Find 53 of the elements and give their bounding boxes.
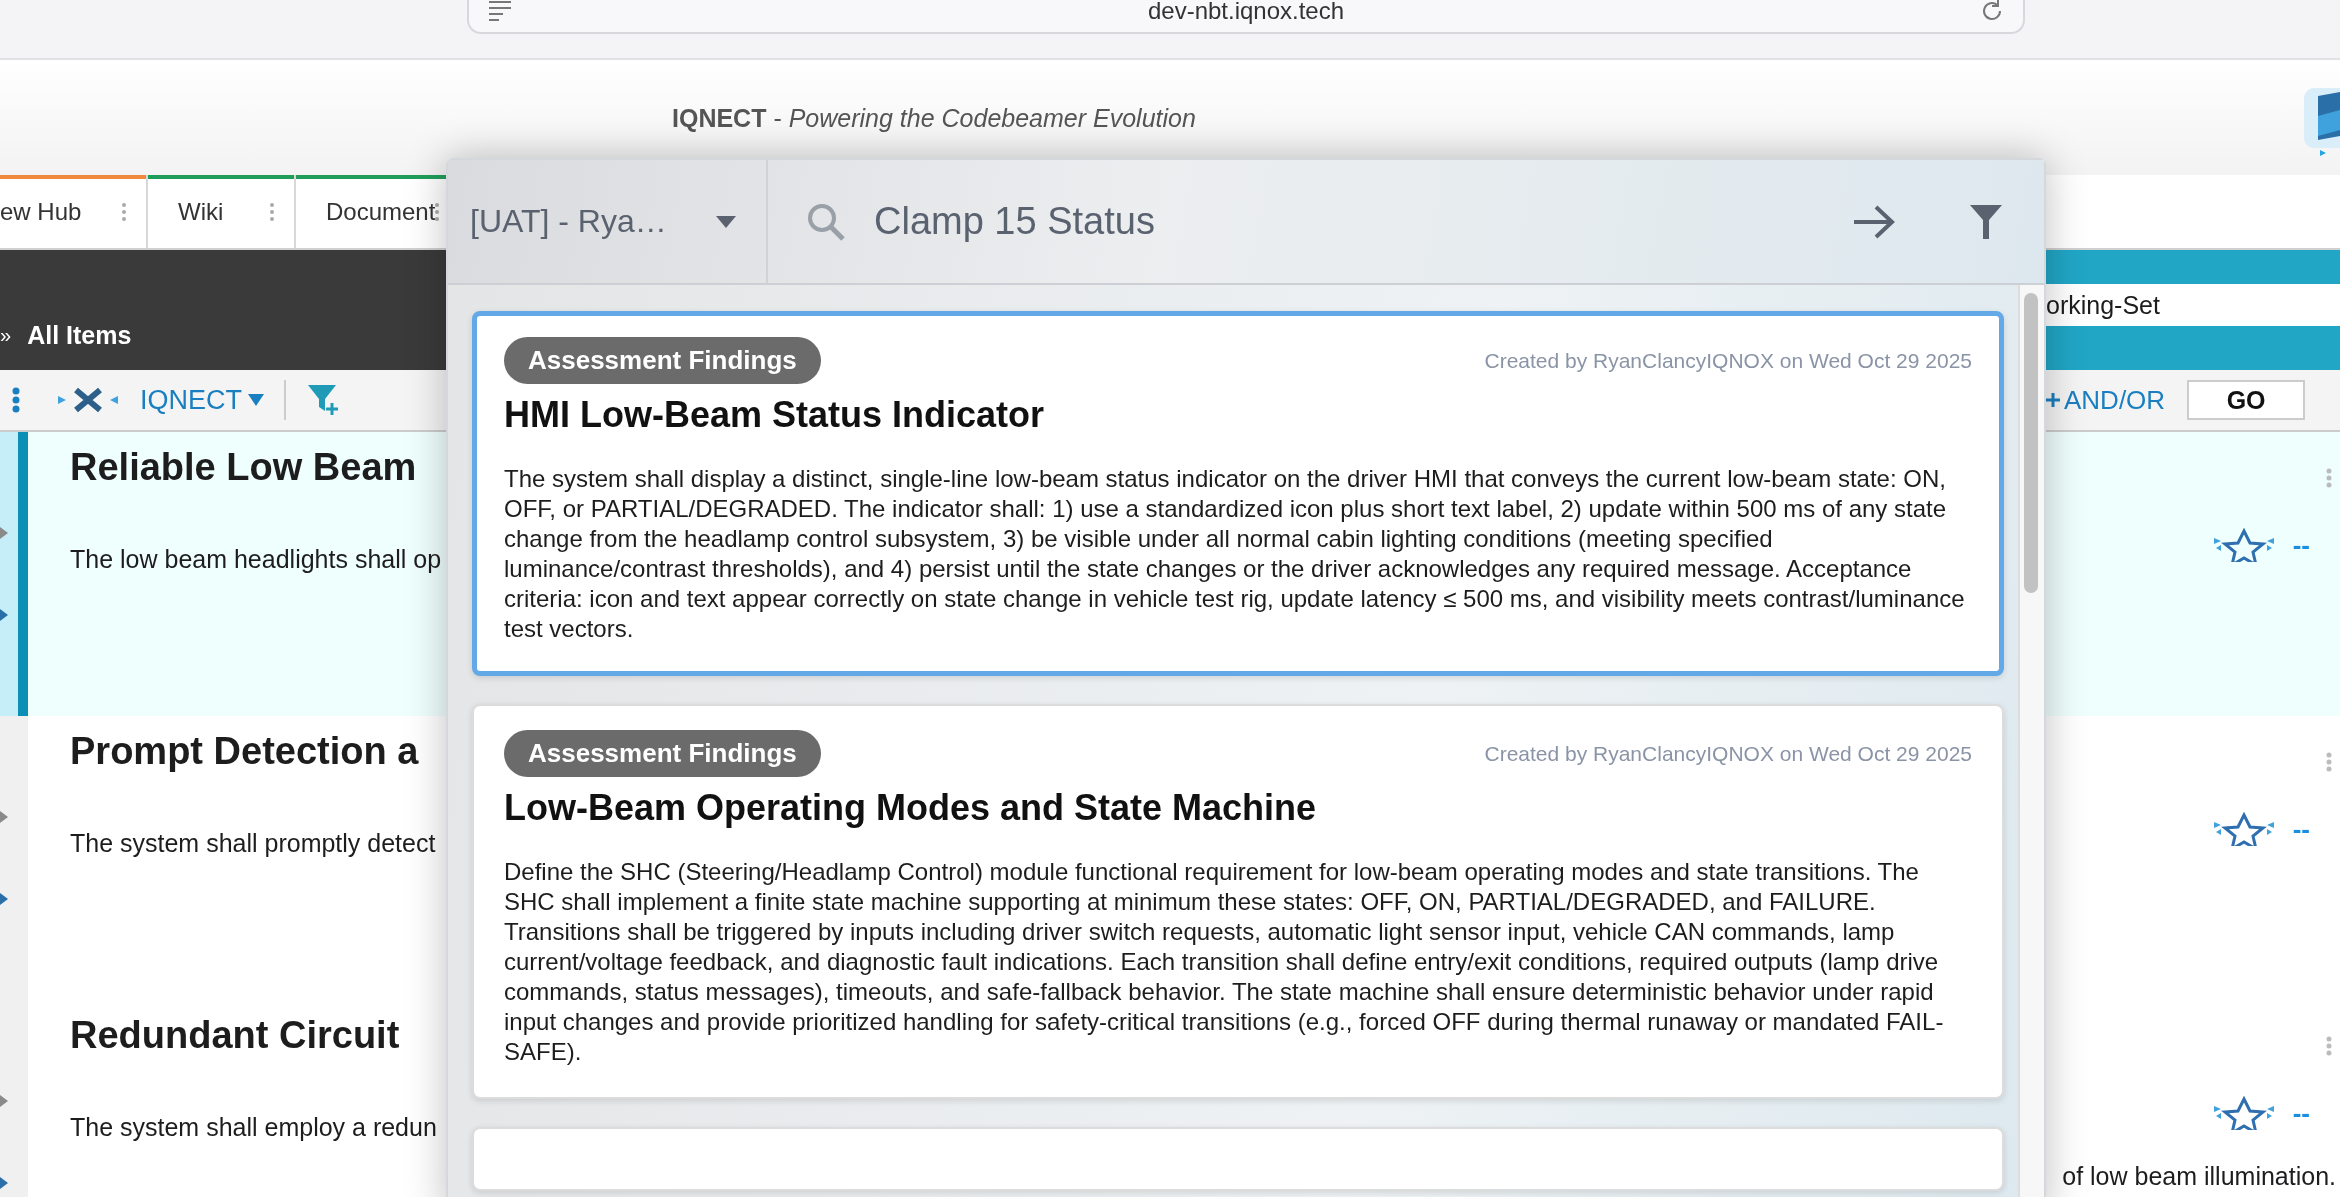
more-icon[interactable] [435,202,440,221]
more-icon[interactable] [122,202,126,221]
project-dropdown[interactable]: [UAT] - Rya… [448,160,768,283]
plus-icon [2046,393,2060,407]
filter-add-icon[interactable] [306,383,340,417]
breadcrumb-separator: » [0,324,12,347]
more-icon[interactable] [12,387,20,413]
chevron-icon [0,1095,8,1107]
caret-icon [716,215,736,228]
tab[interactable]: ew Hub [0,175,148,248]
star-icon[interactable] [2212,1096,2275,1130]
item-text: The low beam headlights shall op [70,545,442,574]
chevron-icon [0,1177,8,1189]
result-card[interactable] [472,311,2004,676]
item-text: The system shall promptly detect [70,829,436,858]
result-title: Low-Beam Operating Modes and State Machine [504,787,1318,829]
result-description: Define the SHC (Steering/Headlamp Control) module functional requirement for low-beam operating modes and state transitions. The SHC shall implement a finite state machine supporting at minimum these states: OFF, ON, PARTIAL/DEGRADED, and FAILURE. Transitions shall be triggered by inputs including driver switch requests, automatic light sensor input, vehicle CAN commands, lamp current/voltage feedback, and diagnostic fault indications. Each transition shall define entry/exit conditions, required outputs (lamp drive commands, status messages), timeouts, and safe-fallback behavior. The state machine shall ensure deterministic behavior under rapid input changes and provide prioritized handling for safety-critical transitions (e.g., forced OFF during thermal runaway or mandated FAIL-SAFE). [504,857,1945,1067]
item-text: The system shall employ a redun [70,1113,437,1142]
list-row[interactable]: Reliable Low Beam The low beam headlights shall op [0,432,446,716]
more-icon[interactable] [270,202,274,221]
project-menu[interactable]: IQNECT [140,384,264,416]
item-title: Reliable Low Beam [70,446,418,489]
search-icon [806,201,846,242]
reader-icon[interactable] [487,0,513,22]
tools-icon[interactable] [56,386,120,414]
item-title: Prompt Detection a [70,730,420,773]
result-title: HMI Low-Beam Status Indicator [504,394,1046,436]
filter-icon[interactable] [1970,204,2002,239]
star-icon[interactable] [2212,812,2275,846]
category-badge: Assessment Findings [504,730,821,777]
working-set-field[interactable]: orking-Set [2046,284,2340,326]
url-text: dev-nbt.iqnox.tech [1146,0,1346,23]
tab[interactable]: Wiki [148,175,296,248]
scrollbar-thumb[interactable] [2024,293,2038,593]
and-or-button[interactable]: AND/OR [2046,384,2166,416]
go-button[interactable]: GO [2187,380,2306,420]
star-icon[interactable] [2212,528,2275,562]
arrow-right-icon[interactable] [1852,203,1896,240]
created-by-text: Created by RyanClancyIQNOX on Wed Oct 29 2025 [1484,348,1972,373]
caret-icon [248,394,264,406]
app-title: IQNECT - Powering the Codebeamer Evolution [672,104,1196,133]
chevron-icon [0,527,8,539]
chevron-icon [0,609,8,621]
result-description: The system shall display a distinct, single-line low-beam status indicator on the driver HMI that conveys the current low-beam state: ON, OFF, or PARTIAL/DEGRADED. The indicator shall: 1) use a standardized icon plus short text label, 2) update within 500 ms of any state change from the headlamp control subsystem, 3) be visible under all normal cabin lighting conditions (meeting specified luminance/contrast thresholds), and 4) persist until the state changes or the driver acknowledges any required message. Acceptance criteria: icon and text appear correctly on state change in vehicle test rig, update latency ≤ 500 ms, and visibility meets contrast/luminance test vectors. [504,464,1966,644]
chevron-icon [0,811,8,823]
item-title: Redundant Circuit [70,1014,401,1057]
address-bar[interactable]: dev-nbt.iqnox.tech [467,0,2025,34]
breadcrumb-label[interactable]: All Items [27,321,132,350]
category-badge: Assessment Findings [504,337,821,384]
item-text: of low beam illumination. [2062,1162,2336,1191]
search-field[interactable]: Clamp 15 Status [872,199,1826,244]
created-by-text: Created by RyanClancyIQNOX on Wed Oct 29 2025 [1484,741,1972,766]
chevron-icon [0,893,8,905]
